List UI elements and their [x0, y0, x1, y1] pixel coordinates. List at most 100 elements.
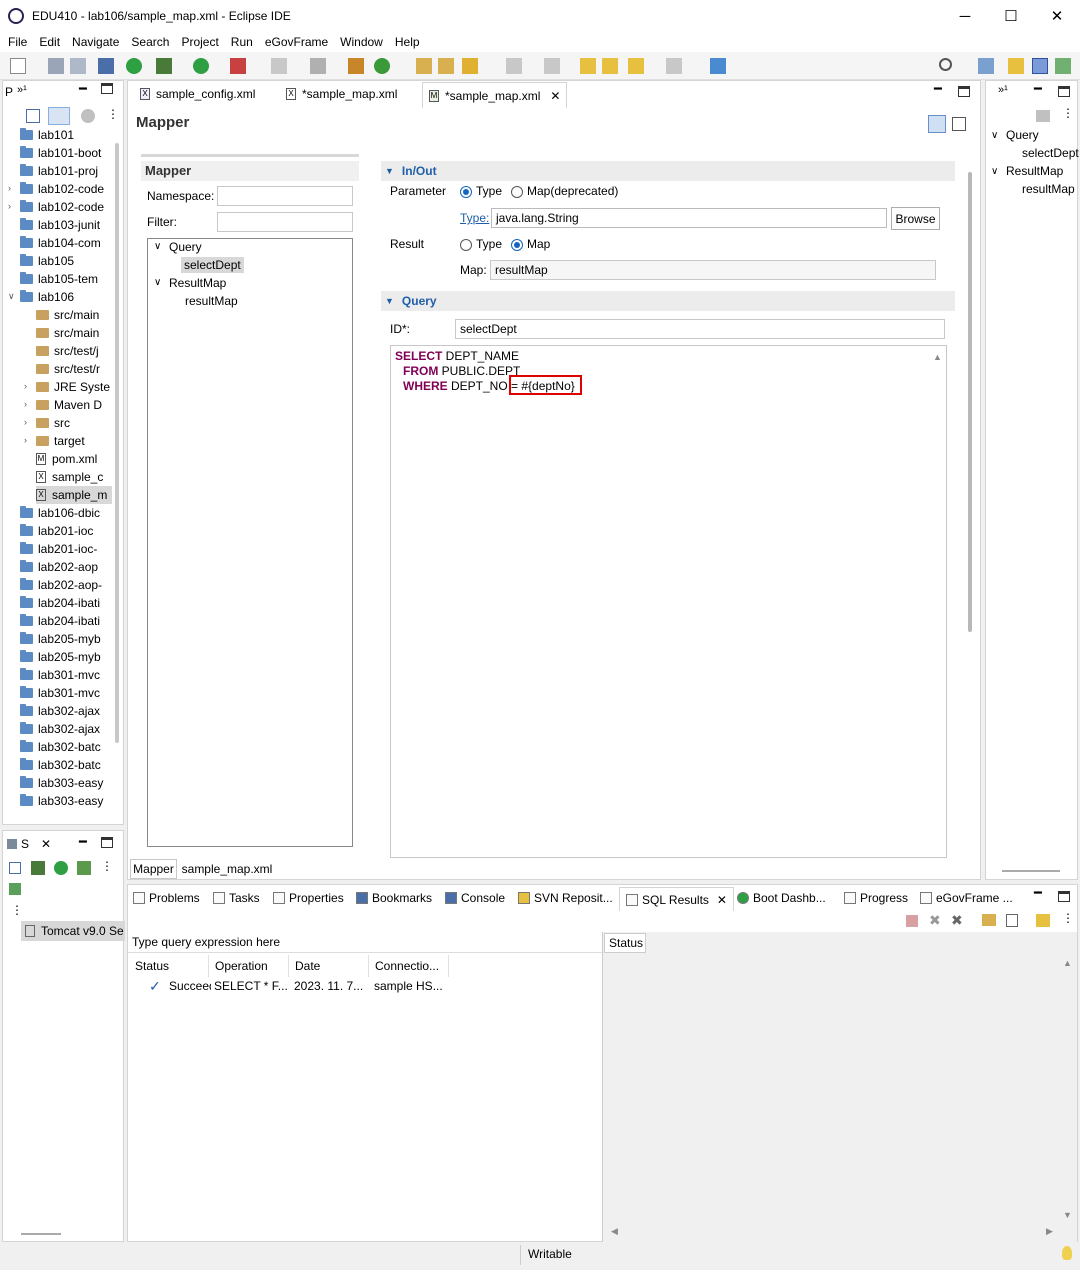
debug-icon[interactable]: [156, 58, 172, 74]
explorer-item[interactable]: lab101: [20, 126, 112, 144]
scroll-up-icon[interactable]: ▲: [1063, 958, 1072, 968]
result-map-input[interactable]: resultMap: [490, 260, 936, 280]
minimize-servers-icon[interactable]: ━: [79, 834, 87, 850]
tab-source-page[interactable]: sample_map.xml: [179, 859, 275, 879]
servers-hscroll[interactable]: [21, 1233, 61, 1235]
outline-menu-icon[interactable]: »¹: [998, 84, 1008, 96]
explorer-item[interactable]: lab104-com: [20, 234, 112, 252]
close-servers-tab-icon[interactable]: ✕: [41, 837, 51, 851]
explorer-item[interactable]: lab102-code: [20, 180, 112, 198]
prev-annotation-icon[interactable]: [544, 58, 560, 74]
server-dots-icon[interactable]: ⋮: [11, 903, 23, 917]
menu-egovframe[interactable]: eGovFrame: [259, 35, 334, 49]
explorer-item[interactable]: src/test/j: [36, 342, 112, 360]
tab-sample-config[interactable]: Xsample_config.xml: [134, 82, 261, 106]
server-debug-icon[interactable]: [31, 861, 45, 875]
outline-result-map[interactable]: resultMap: [1022, 182, 1075, 196]
menu-help[interactable]: Help: [389, 35, 426, 49]
explorer-item[interactable]: lab105-tem: [20, 270, 112, 288]
explorer-item[interactable]: lab205-myb: [20, 630, 112, 648]
explorer-item[interactable]: lab302-ajax: [20, 720, 112, 738]
column-connection[interactable]: Connectio...: [369, 955, 449, 977]
explorer-item[interactable]: Xsample_c: [36, 468, 112, 486]
open-type-icon[interactable]: [438, 58, 454, 74]
tree-query[interactable]: Query: [169, 240, 202, 254]
chevron-right-icon[interactable]: ›: [24, 381, 27, 391]
chevron-right-icon[interactable]: ›: [8, 183, 11, 193]
scroll-left-icon[interactable]: ◀: [611, 1226, 618, 1237]
server-collapse-icon[interactable]: [9, 862, 21, 874]
scroll-up-icon[interactable]: ▲: [933, 352, 942, 362]
layout-columns-icon[interactable]: [928, 115, 946, 133]
back-icon[interactable]: [628, 58, 644, 74]
search-icon[interactable]: [939, 58, 952, 71]
explorer-item[interactable]: lab105: [20, 252, 112, 270]
chevron-down-icon[interactable]: ∨: [8, 291, 15, 302]
tab-tasks[interactable]: Tasks: [213, 887, 260, 909]
query-section-header[interactable]: ▼ Query: [381, 291, 955, 311]
explorer-item[interactable]: lab201-ioc-: [20, 540, 112, 558]
tab-svn[interactable]: SVN Reposit...: [518, 887, 613, 909]
namespace-input[interactable]: [217, 186, 353, 206]
tab-egovframe[interactable]: eGovFrame ...: [920, 887, 1013, 909]
inout-section-header[interactable]: ▼ In/Out: [381, 161, 955, 181]
explorer-item[interactable]: target: [36, 432, 112, 450]
tab-progress[interactable]: Progress: [844, 887, 908, 909]
chevron-right-icon[interactable]: ›: [8, 201, 11, 211]
link-editor-icon[interactable]: [48, 107, 70, 125]
form-scrollbar[interactable]: [968, 172, 972, 632]
explorer-item[interactable]: lab204-ibati: [20, 612, 112, 630]
explorer-tab[interactable]: P: [5, 85, 13, 99]
outline-query[interactable]: Query: [1006, 128, 1039, 142]
pin-icon[interactable]: [1036, 914, 1050, 927]
chevron-down-icon[interactable]: ∨: [154, 277, 161, 288]
param-type-input[interactable]: java.lang.String: [491, 208, 887, 228]
minimize-button[interactable]: ─: [942, 0, 988, 32]
filter-input[interactable]: [217, 212, 353, 232]
package-icon[interactable]: [348, 58, 364, 74]
console-icon[interactable]: [98, 58, 114, 74]
tree-result-map[interactable]: resultMap: [185, 294, 238, 308]
query-expression-input[interactable]: Type query expression here: [128, 933, 602, 953]
outline-filter-icon[interactable]: [1036, 110, 1050, 122]
maximize-editor-icon[interactable]: [958, 86, 970, 97]
menu-navigate[interactable]: Navigate: [66, 35, 125, 49]
tab-problems[interactable]: Problems: [133, 887, 200, 909]
maximize-button[interactable]: ☐: [988, 0, 1034, 32]
tab-boot-dashboard[interactable]: Boot Dashb...: [737, 887, 826, 909]
explorer-item[interactable]: lab303-easy: [20, 774, 112, 792]
annotation-icon[interactable]: [506, 58, 522, 74]
terminate-icon[interactable]: [906, 915, 918, 927]
server-menu-icon[interactable]: ⋮: [101, 859, 113, 873]
explorer-item[interactable]: lab302-ajax: [20, 702, 112, 720]
scroll-right-icon[interactable]: ▶: [1046, 1226, 1053, 1237]
tab-properties[interactable]: Properties: [273, 887, 344, 909]
param-type-radio[interactable]: Type: [460, 184, 502, 198]
close-tab-icon[interactable]: ✕: [717, 893, 727, 907]
tree-select-dept[interactable]: selectDept: [181, 257, 244, 273]
explorer-item[interactable]: JRE Syste: [36, 378, 112, 396]
close-button[interactable]: ✕: [1034, 0, 1080, 32]
explorer-item[interactable]: lab101-boot: [20, 144, 112, 162]
explorer-item[interactable]: lab204-ibati: [20, 594, 112, 612]
explorer-scrollbar[interactable]: [115, 143, 119, 743]
maximize-view-icon[interactable]: [101, 83, 113, 94]
run-config-icon[interactable]: [230, 58, 246, 74]
scroll-down-icon[interactable]: ▼: [1063, 1210, 1072, 1220]
close-tab-icon[interactable]: ✕: [550, 89, 560, 103]
menu-search[interactable]: Search: [125, 35, 175, 49]
result-type-radio[interactable]: Type: [460, 237, 502, 251]
explorer-item[interactable]: Mpom.xml: [36, 450, 112, 468]
explorer-item[interactable]: lab303-easy: [20, 792, 112, 810]
column-status[interactable]: Status: [129, 955, 209, 977]
view-menu-dots-icon[interactable]: ⋮: [107, 107, 119, 121]
column-operation[interactable]: Operation: [209, 955, 289, 977]
layout-rows-icon[interactable]: [952, 117, 966, 131]
menu-file[interactable]: File: [2, 35, 33, 49]
save-all-icon[interactable]: [70, 58, 86, 74]
minimize-editor-icon[interactable]: ━: [934, 81, 942, 97]
sql-editor[interactable]: [390, 345, 947, 858]
tree-resultmap[interactable]: ResultMap: [169, 276, 226, 290]
explorer-item[interactable]: lab302-batc: [20, 756, 112, 774]
filters-icon[interactable]: [81, 109, 95, 123]
